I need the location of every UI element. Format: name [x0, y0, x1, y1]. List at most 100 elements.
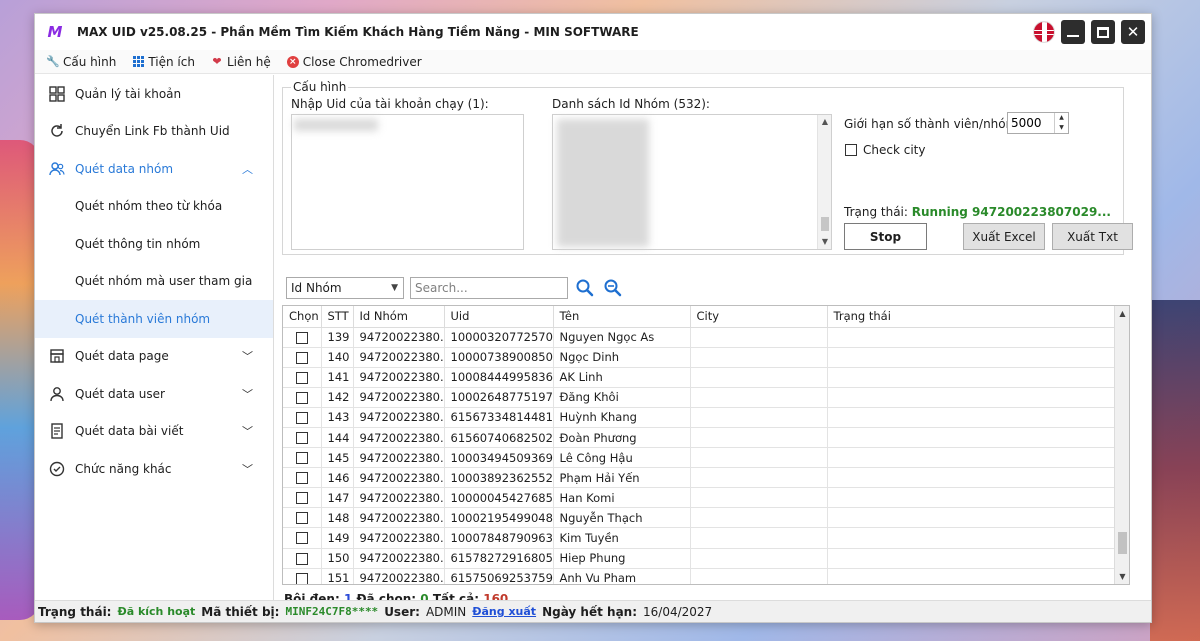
sidebar-item-scan-group-members[interactable]: Quét thành viên nhóm: [35, 300, 273, 338]
column-header-stt[interactable]: STT: [321, 306, 354, 328]
table-row[interactable]: 139 94720022380... 100003207725704 Nguyen N…: [283, 327, 1117, 348]
row-checkbox[interactable]: [295, 432, 308, 445]
row-uid: 100003207725704: [444, 327, 554, 348]
uk-flag-icon[interactable]: [1033, 21, 1055, 43]
sidebar-item-scan-page-data[interactable]: Quét data page ﹀: [35, 338, 273, 376]
table-row[interactable]: 143 94720022380... 61567334814481 Huỳnh Kha…: [283, 407, 1117, 428]
sidebar-item-scan-group-data[interactable]: Quét data nhóm ︿: [35, 150, 273, 188]
row-checkbox[interactable]: [295, 411, 308, 424]
stepper-down-icon[interactable]: ▼: [1055, 123, 1068, 133]
sidebar-item-other-functions[interactable]: Chức năng khác ﹀: [35, 450, 273, 488]
column-header-status[interactable]: Trạng thái: [827, 306, 1117, 328]
table-row[interactable]: 149 94720022380... 100078487909633 Kim Tuyề…: [283, 527, 1117, 549]
row-select-cell[interactable]: [283, 568, 322, 584]
row-select-cell[interactable]: [283, 507, 322, 529]
row-select-cell[interactable]: [283, 407, 322, 428]
scroll-up-icon[interactable]: ▲: [1115, 306, 1129, 321]
row-select-cell[interactable]: [283, 447, 322, 469]
table-row[interactable]: 146 94720022380... 100038923625523 Phạm Hải…: [283, 467, 1117, 489]
uid-textarea[interactable]: [291, 114, 524, 250]
row-city: [690, 568, 828, 584]
table-row[interactable]: 142 94720022380... 100026487751979 Đăng Khô…: [283, 387, 1117, 408]
row-select-cell[interactable]: [283, 548, 322, 569]
row-checkbox[interactable]: [295, 572, 308, 584]
member-limit-input[interactable]: [1008, 113, 1054, 133]
table-row[interactable]: 145 94720022380... 100034945093699 Lê Công …: [283, 447, 1117, 469]
row-checkbox[interactable]: [295, 552, 308, 565]
row-checkbox[interactable]: [295, 532, 308, 545]
maximize-button[interactable]: [1091, 20, 1115, 44]
stepper-up-icon[interactable]: ▲: [1055, 113, 1068, 123]
table-row[interactable]: 147 94720022380... 100000454276853 Han Komi: [283, 487, 1117, 509]
row-select-cell[interactable]: [283, 387, 322, 408]
table-row[interactable]: 150 94720022380... 61578272916805 Hiep Phun…: [283, 548, 1117, 569]
filter-column-select[interactable]: Id Nhóm ▼: [286, 277, 404, 299]
clear-search-button[interactable]: [602, 277, 624, 299]
row-checkbox[interactable]: [295, 371, 308, 384]
menu-config[interactable]: 🔧 Cấu hình: [46, 55, 116, 69]
menu-contact[interactable]: ❤ Liên hệ: [211, 55, 270, 69]
row-checkbox[interactable]: [295, 351, 308, 364]
column-header-uid[interactable]: Uid: [444, 306, 554, 328]
logout-link[interactable]: Đăng xuất: [472, 605, 536, 618]
row-select-cell[interactable]: [283, 367, 322, 388]
row-checkbox[interactable]: [295, 452, 308, 465]
row-uid: 100026487751979: [444, 387, 554, 408]
table-row[interactable]: 148 94720022380... 100021954990486 Nguyễn T…: [283, 507, 1117, 529]
title-bar[interactable]: M MAX UID v25.08.25 - Phần Mềm Tìm Kiếm …: [35, 14, 1151, 50]
row-select-cell[interactable]: [283, 467, 322, 489]
table-row[interactable]: 151 94720022380... 61575069253759 Anh Vu Ph…: [283, 568, 1117, 584]
search-button[interactable]: [574, 277, 596, 299]
row-checkbox[interactable]: [295, 331, 308, 344]
scroll-down-icon[interactable]: ▼: [818, 235, 832, 249]
column-header-name[interactable]: Tên: [553, 306, 691, 328]
export-txt-button[interactable]: Xuất Txt: [1052, 223, 1133, 250]
check-city-row[interactable]: Check city: [845, 143, 925, 157]
row-checkbox[interactable]: [295, 472, 308, 485]
sidebar-item-scan-groups-by-keyword[interactable]: Quét nhóm theo từ khóa: [35, 188, 273, 226]
scroll-thumb[interactable]: [1118, 532, 1127, 554]
row-checkbox[interactable]: [295, 492, 308, 505]
row-select-cell[interactable]: [283, 347, 322, 368]
users-icon: [49, 161, 65, 177]
row-select-cell[interactable]: [283, 327, 322, 348]
menu-close-chromedriver[interactable]: × Close Chromedriver: [286, 55, 422, 69]
menu-utilities[interactable]: Tiện ích: [132, 55, 195, 69]
sidebar-item-convert-link[interactable]: Chuyển Link Fb thành Uid: [35, 113, 273, 151]
close-button[interactable]: ✕: [1121, 20, 1145, 44]
column-header-select[interactable]: Chọn: [283, 306, 322, 328]
row-checkbox[interactable]: [295, 512, 308, 525]
row-select-cell[interactable]: [283, 427, 322, 449]
column-header-city[interactable]: City: [690, 306, 828, 328]
sidebar-item-scan-user-groups[interactable]: Quét nhóm mà user tham gia: [35, 263, 273, 301]
sidebar-item-scan-user-data[interactable]: Quét data user ﹀: [35, 375, 273, 413]
row-checkbox[interactable]: [295, 391, 308, 404]
minimize-button[interactable]: [1061, 20, 1085, 44]
row-select-cell[interactable]: [283, 487, 322, 509]
group-id-textarea[interactable]: ▲ ▼: [552, 114, 832, 250]
scroll-down-icon[interactable]: ▼: [1115, 569, 1129, 584]
search-field[interactable]: [410, 277, 568, 299]
sidebar-item-scan-post-data[interactable]: Quét data bài viết ﹀: [35, 413, 273, 451]
wrench-icon: 🔧: [46, 55, 60, 68]
check-city-checkbox[interactable]: [845, 144, 857, 156]
table-row[interactable]: 140 94720022380... 100007389008502 Ngọc Din…: [283, 347, 1117, 368]
sidebar-item-scan-group-info[interactable]: Quét thông tin nhóm: [35, 225, 273, 263]
row-city: [690, 427, 828, 449]
grid-scrollbar[interactable]: ▲ ▼: [1114, 306, 1129, 584]
scroll-up-icon[interactable]: ▲: [818, 115, 832, 129]
column-header-group-id[interactable]: Id Nhóm: [353, 306, 445, 328]
member-limit-stepper[interactable]: ▲▼: [1007, 112, 1069, 134]
search-input[interactable]: [411, 278, 567, 298]
row-uid: 100084449958366: [444, 367, 554, 388]
stop-button[interactable]: Stop: [844, 223, 927, 250]
row-group-id: 94720022380...: [353, 568, 445, 584]
export-excel-button[interactable]: Xuất Excel: [963, 223, 1045, 250]
group-list-scrollbar[interactable]: ▲ ▼: [817, 115, 831, 249]
table-row[interactable]: 141 94720022380... 100084449958366 AK Linh: [283, 367, 1117, 388]
sidebar-item-account-management[interactable]: Quản lý tài khoản: [35, 75, 273, 113]
table-row[interactable]: 144 94720022380... 61560740682502 Đoàn Phươ…: [283, 427, 1117, 449]
scroll-thumb[interactable]: [821, 217, 829, 231]
row-select-cell[interactable]: [283, 527, 322, 549]
sidebar-item-label: Chuyển Link Fb thành Uid: [75, 124, 230, 139]
